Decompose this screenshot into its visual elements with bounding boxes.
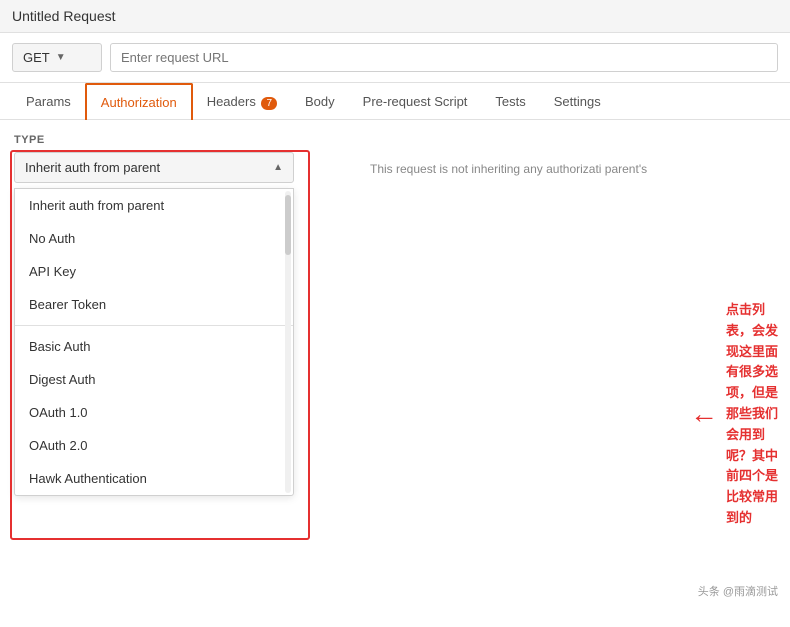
tab-authorization[interactable]: Authorization [85,83,193,120]
main-content: TYPE Inherit auth from parent ▲ Inherit … [0,120,790,607]
dropdown-item-inherit[interactable]: Inherit auth from parent [15,189,293,222]
type-selector[interactable]: Inherit auth from parent ▲ [14,152,294,183]
tab-body[interactable]: Body [291,84,349,119]
title-bar: Untitled Request [0,0,790,33]
url-bar: GET ▼ [0,33,790,83]
dropdown-item-hawk[interactable]: Hawk Authentication [15,462,293,495]
tab-params[interactable]: Params [12,84,85,119]
dropdown-item-digest[interactable]: Digest Auth [15,363,293,396]
tab-tests[interactable]: Tests [481,84,539,119]
page-title: Untitled Request [12,8,116,24]
annotation-arrow-icon: ← [690,400,718,428]
dropdown-scrollbar[interactable] [285,191,291,493]
annotation: ← 点击列表，会发现这里面有很多选项，但是那些我们会用到呢？其中前四个是比较常用… [690,300,790,529]
headers-badge: 7 [261,97,277,110]
type-arrow-icon: ▲ [273,162,283,173]
dropdown-item-basic[interactable]: Basic Auth [15,330,293,363]
method-dropdown[interactable]: GET ▼ [12,43,102,72]
dropdown-item-oauth2[interactable]: OAuth 2.0 [15,429,293,462]
dropdown-item-oauth1[interactable]: OAuth 1.0 [15,396,293,429]
inherit-message: This request is not inheriting any autho… [370,160,650,178]
dropdown-item-apikey[interactable]: API Key [15,255,293,288]
dropdown-item-noauth[interactable]: No Auth [15,222,293,255]
method-arrow-icon: ▼ [56,52,66,63]
right-panel: This request is not inheriting any autho… [350,120,790,607]
type-label: TYPE [14,134,336,146]
dropdown-scrollbar-thumb [285,195,291,255]
tab-prerequest[interactable]: Pre-request Script [349,84,482,119]
selected-type-label: Inherit auth from parent [25,160,160,175]
watermark: 头条 @雨滴测试 [698,583,778,599]
left-panel: TYPE Inherit auth from parent ▲ Inherit … [0,120,350,607]
method-label: GET [23,50,50,65]
dropdown-item-bearer[interactable]: Bearer Token [15,288,293,321]
tab-settings[interactable]: Settings [540,84,615,119]
tabs-bar: Params Authorization Headers 7 Body Pre-… [0,83,790,120]
annotation-text: 点击列表，会发现这里面有很多选项，但是那些我们会用到呢？其中前四个是比较常用到的 [726,300,790,529]
auth-type-dropdown: Inherit auth from parent No Auth API Key… [14,188,294,496]
url-input[interactable] [110,43,778,72]
tab-headers[interactable]: Headers 7 [193,84,291,119]
dropdown-divider [15,325,293,326]
